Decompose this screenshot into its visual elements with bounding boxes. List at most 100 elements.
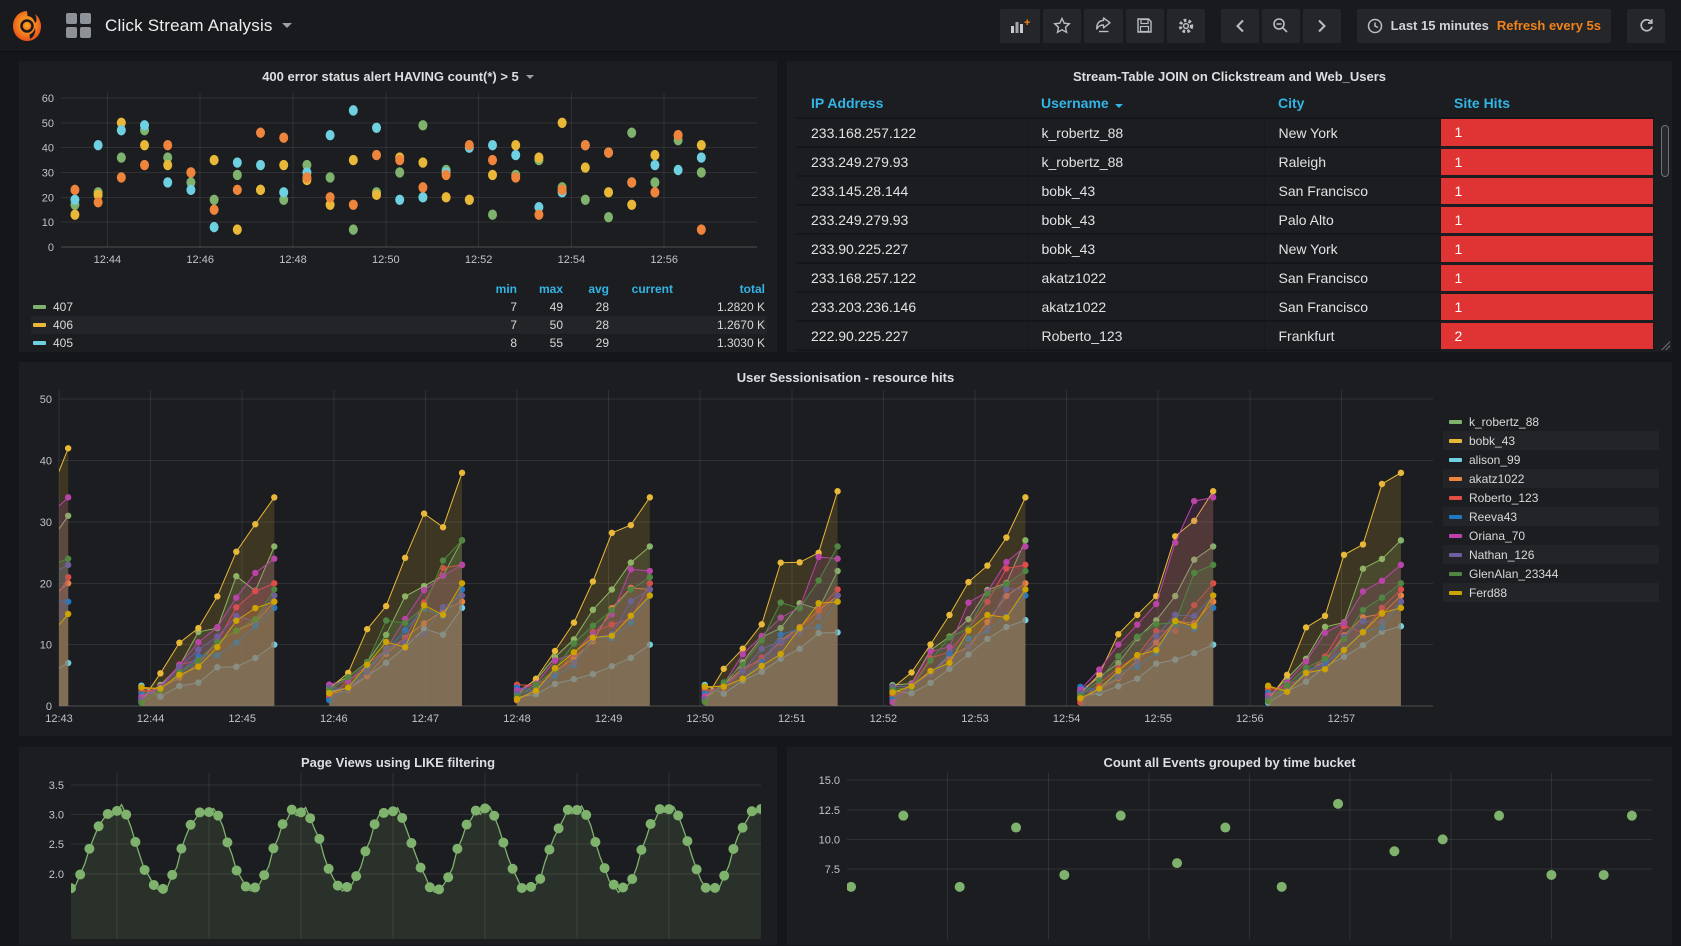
star-icon [1053, 17, 1071, 34]
chevron-right-icon [1317, 19, 1327, 33]
count-events-chart: 7.510.012.515.0 [797, 771, 1664, 941]
errors-legend-header: min max avg current total [31, 280, 767, 298]
svg-text:60: 60 [42, 93, 54, 105]
table-row: 233.145.28.144bobk_43San Francisco1 [797, 176, 1654, 205]
svg-text:+: + [1024, 18, 1030, 29]
legend-sort-avg[interactable]: avg [563, 282, 609, 296]
series-swatch [1449, 439, 1462, 443]
series-swatch [1449, 534, 1462, 538]
errors-scatter-chart: 010203040506012:4412:4612:4812:5012:5212… [27, 85, 771, 271]
legend-item[interactable]: Reeva43 [1443, 507, 1659, 526]
series-swatch [1449, 496, 1462, 500]
svg-text:10: 10 [42, 217, 54, 229]
sessionisation-chart: 0102030405012:4312:4412:4512:4612:4712:4… [19, 386, 1439, 732]
svg-text:20: 20 [40, 578, 52, 590]
svg-text:12:54: 12:54 [1053, 713, 1081, 725]
errors-legend: min max avg current total 407 7 49 28 1.… [31, 280, 767, 352]
dashboard-picker-icon[interactable] [66, 13, 91, 38]
legend-item[interactable]: Nathan_126 [1443, 545, 1659, 564]
dashboard-title-dropdown[interactable]: Click Stream Analysis [105, 16, 292, 36]
series-swatch [1449, 420, 1462, 424]
page-title: Click Stream Analysis [105, 16, 273, 36]
table-row: 233.249.279.93k_robertz_88Raleigh1 [797, 147, 1654, 176]
zoom-out-button[interactable] [1262, 9, 1300, 43]
panel-page-views-title[interactable]: Page Views using LIKE filtering [19, 747, 777, 771]
site-hits-cell: 1 [1440, 118, 1654, 147]
panel-400-errors-title[interactable]: 400 error status alert HAVING count(*) >… [19, 61, 777, 85]
svg-text:12:50: 12:50 [372, 254, 400, 266]
column-header-username[interactable]: Username [1027, 89, 1264, 118]
legend-series-405[interactable]: 405 [33, 336, 471, 350]
svg-text:12:52: 12:52 [465, 254, 493, 266]
table-row: 233.203.236.146akatz1022San Francisco1 [797, 292, 1654, 321]
panel-count-events-title[interactable]: Count all Events grouped by time bucket [787, 747, 1672, 771]
chevron-down-icon [282, 23, 292, 28]
legend-sort-min[interactable]: min [471, 282, 517, 296]
series-swatch [1449, 553, 1462, 557]
panel-join-table-title[interactable]: Stream-Table JOIN on Clickstream and Web… [787, 61, 1672, 85]
column-header-site-hits[interactable]: Site Hits [1440, 89, 1654, 118]
panel-resize-handle[interactable] [1660, 340, 1670, 350]
svg-text:12:47: 12:47 [412, 713, 440, 725]
svg-text:12:55: 12:55 [1144, 713, 1172, 725]
column-header-city[interactable]: City [1264, 89, 1440, 118]
gear-icon [1177, 17, 1195, 35]
svg-text:10.0: 10.0 [819, 834, 840, 846]
svg-text:20: 20 [42, 192, 54, 204]
legend-item[interactable]: alison_99 [1443, 450, 1659, 469]
panel-count-events: Count all Events grouped by time bucket … [786, 746, 1673, 946]
legend-row-406: 406 7 50 28 1.2670 K [31, 316, 767, 334]
site-hits-cell: 1 [1440, 147, 1654, 176]
refresh-icon [1638, 18, 1655, 34]
add-panel-button[interactable]: + [1000, 9, 1040, 43]
settings-button[interactable] [1167, 9, 1205, 43]
svg-text:12:46: 12:46 [186, 254, 214, 266]
table-row: 233.168.257.122k_robertz_88New York1 [797, 118, 1654, 147]
bar-chart-plus-icon: + [1010, 18, 1030, 34]
site-hits-cell: 1 [1440, 263, 1654, 292]
legend-item[interactable]: GlenAlan_23344 [1443, 564, 1659, 583]
legend-series-406[interactable]: 406 [33, 318, 471, 332]
svg-text:12:56: 12:56 [1236, 713, 1264, 725]
table-scrollbar[interactable] [1661, 125, 1669, 177]
series-swatch [1449, 458, 1462, 462]
time-forward-button[interactable] [1303, 9, 1341, 43]
clock-icon [1367, 18, 1383, 34]
legend-item[interactable]: Ferd88 [1443, 583, 1659, 602]
legend-item[interactable]: k_robertz_88 [1443, 412, 1659, 431]
svg-text:12:50: 12:50 [686, 713, 714, 725]
svg-text:12:48: 12:48 [279, 254, 307, 266]
panel-sessionisation-title[interactable]: User Sessionisation - resource hits [19, 362, 1672, 386]
svg-text:12:49: 12:49 [595, 713, 623, 725]
site-hits-cell: 1 [1440, 205, 1654, 234]
legend-item[interactable]: akatz1022 [1443, 469, 1659, 488]
time-range-picker-button[interactable]: Last 15 minutes Refresh every 5s [1357, 9, 1611, 43]
share-button[interactable] [1084, 9, 1123, 43]
save-icon [1136, 17, 1153, 34]
refresh-button[interactable] [1627, 9, 1665, 43]
time-back-button[interactable] [1221, 9, 1259, 43]
legend-sort-current[interactable]: current [609, 282, 673, 296]
legend-sort-total[interactable]: total [673, 282, 765, 296]
page-views-chart: 2.02.53.03.5 [27, 771, 771, 941]
legend-series-407[interactable]: 407 [33, 300, 471, 314]
legend-sort-max[interactable]: max [517, 282, 563, 296]
column-header-ip[interactable]: IP Address [797, 89, 1027, 118]
table-row: 233.168.257.122akatz1022San Francisco1 [797, 263, 1654, 292]
svg-text:12:48: 12:48 [503, 713, 531, 725]
svg-text:3.5: 3.5 [49, 780, 64, 792]
star-button[interactable] [1043, 9, 1081, 43]
series-swatch [1449, 515, 1462, 519]
legend-item[interactable]: bobk_43 [1443, 431, 1659, 450]
series-swatch [1449, 591, 1462, 595]
save-button[interactable] [1126, 9, 1164, 43]
table-row: 233.249.279.93bobk_43Palo Alto1 [797, 205, 1654, 234]
legend-item[interactable]: Roberto_123 [1443, 488, 1659, 507]
magnifier-minus-icon [1272, 17, 1289, 34]
svg-text:12:52: 12:52 [870, 713, 898, 725]
grafana-logo[interactable] [10, 9, 44, 43]
table-row: 222.90.225.227Roberto_123Frankfurt2 [797, 321, 1654, 350]
panel-page-views: Page Views using LIKE filtering 2.02.53.… [18, 746, 778, 946]
navbar-actions: + [1000, 9, 1681, 43]
legend-item[interactable]: Oriana_70 [1443, 526, 1659, 545]
